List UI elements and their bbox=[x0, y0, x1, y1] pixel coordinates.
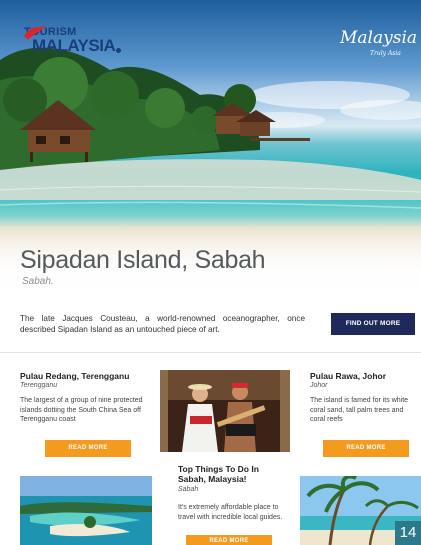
hero-banner: TOURISM MALAYSIA Malaysia Truly Asia Sip… bbox=[0, 0, 421, 300]
logo-script-malaysia: Malaysia bbox=[340, 28, 418, 48]
card-body-redang: The largest of a group of nine protected… bbox=[20, 397, 143, 423]
find-out-more-button[interactable]: FIND OUT MORE bbox=[331, 313, 415, 335]
card-title-redang[interactable]: Pulau Redang, Terengganu bbox=[20, 371, 160, 381]
card-title-rawa[interactable]: Pulau Rawa, Johor bbox=[310, 371, 415, 381]
island-aerial-image bbox=[20, 476, 152, 545]
hero-title: Sipadan Island, Sabah bbox=[20, 246, 266, 274]
card-body-sabah: It's extremely affordable place to trave… bbox=[178, 504, 283, 521]
read-more-button-sabah[interactable]: READ MORE bbox=[186, 535, 272, 545]
card-subtitle-redang: Terengganu bbox=[20, 382, 58, 389]
flag-icon bbox=[24, 26, 46, 40]
card-subtitle-sabah: Sabah bbox=[178, 486, 199, 493]
malaysia-truly-asia-logo[interactable]: Malaysia Truly Asia bbox=[340, 26, 417, 62]
card-subtitle-rawa: Johor bbox=[310, 382, 328, 389]
logo-dot bbox=[116, 48, 121, 53]
card-photo-performers[interactable] bbox=[160, 370, 290, 452]
read-more-button-redang[interactable]: READ MORE bbox=[45, 440, 131, 457]
tourism-malaysia-logo[interactable]: TOURISM MALAYSIA bbox=[24, 26, 124, 62]
card-title-sabah-things[interactable]: Top Things To Do In Sabah, Malaysia! bbox=[178, 464, 288, 484]
intro-text: The late Jacques Cousteau, a world-renow… bbox=[20, 314, 305, 334]
logo-script-tagline: Truly Asia bbox=[370, 50, 401, 57]
read-more-button-rawa[interactable]: READ MORE bbox=[323, 440, 409, 457]
card-photo-island-aerial[interactable] bbox=[20, 476, 152, 545]
card-body-rawa: The island is famed for its white coral … bbox=[310, 397, 409, 423]
section-divider bbox=[0, 352, 421, 353]
performers-image bbox=[160, 370, 290, 452]
hero-subtitle: Sabah. bbox=[22, 276, 54, 287]
page-number-badge: 14 bbox=[395, 521, 421, 545]
